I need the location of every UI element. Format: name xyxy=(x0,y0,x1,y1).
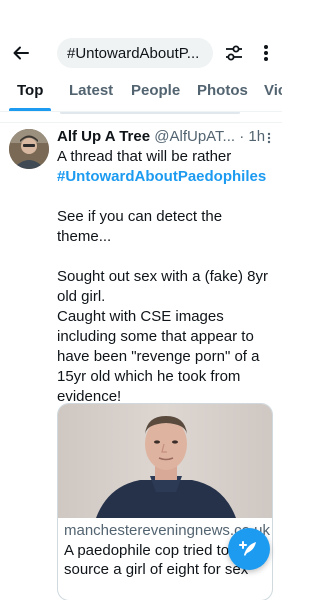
tweet[interactable]: Alf Up A Tree @AlfUpAT... · 1h A thread … xyxy=(0,122,282,600)
avatar[interactable] xyxy=(9,129,49,169)
card-image xyxy=(58,404,272,518)
tweet-text-paragraph: Sought out sex with a (fake) 8yr old gir… xyxy=(57,268,268,305)
top-bar: #UntowardAboutP... xyxy=(0,0,282,72)
more-icon xyxy=(267,132,271,144)
back-arrow-icon xyxy=(13,46,29,60)
tweet-header: Alf Up A Tree @AlfUpAT... · 1h xyxy=(57,128,277,148)
active-tab-indicator xyxy=(9,108,51,111)
search-tabs: Top Latest People Photos Vic xyxy=(0,72,282,112)
tweet-text-paragraph: See if you can detect the theme... xyxy=(57,208,223,245)
tab-top[interactable]: Top xyxy=(17,82,43,99)
tab-videos[interactable]: Vic xyxy=(264,82,282,99)
previous-tweet-fragment xyxy=(60,112,240,120)
more-icon xyxy=(264,45,268,61)
compose-button[interactable] xyxy=(228,528,270,570)
display-name[interactable]: Alf Up A Tree xyxy=(57,128,150,145)
tweet-more-button[interactable] xyxy=(263,130,275,146)
tab-latest[interactable]: Latest xyxy=(69,82,113,99)
tweet-time[interactable]: · 1h xyxy=(239,128,265,145)
tab-photos[interactable]: Photos xyxy=(197,82,248,99)
search-filter-button[interactable] xyxy=(222,41,246,65)
tweet-text-line: A thread that will be rather xyxy=(57,148,232,165)
hashtag-link[interactable]: #UntowardAboutPaedophiles xyxy=(57,167,275,187)
overflow-menu-button[interactable] xyxy=(256,41,276,65)
search-input[interactable]: #UntowardAboutP... xyxy=(57,38,213,68)
link-preview-card[interactable]: manchestereveningnews.co.uk A paedophile… xyxy=(57,403,273,600)
search-query: #UntowardAboutP... xyxy=(67,44,200,62)
tab-people[interactable]: People xyxy=(131,82,180,99)
tweet-text: A thread that will be rather #UntowardAb… xyxy=(57,147,275,407)
tweet-text-paragraph: Caught with CSE images including some th… xyxy=(57,308,260,405)
user-handle[interactable]: @AlfUpAT... xyxy=(154,128,235,145)
back-button[interactable] xyxy=(9,41,33,65)
compose-icon xyxy=(239,541,256,556)
filter-icon xyxy=(226,45,242,61)
